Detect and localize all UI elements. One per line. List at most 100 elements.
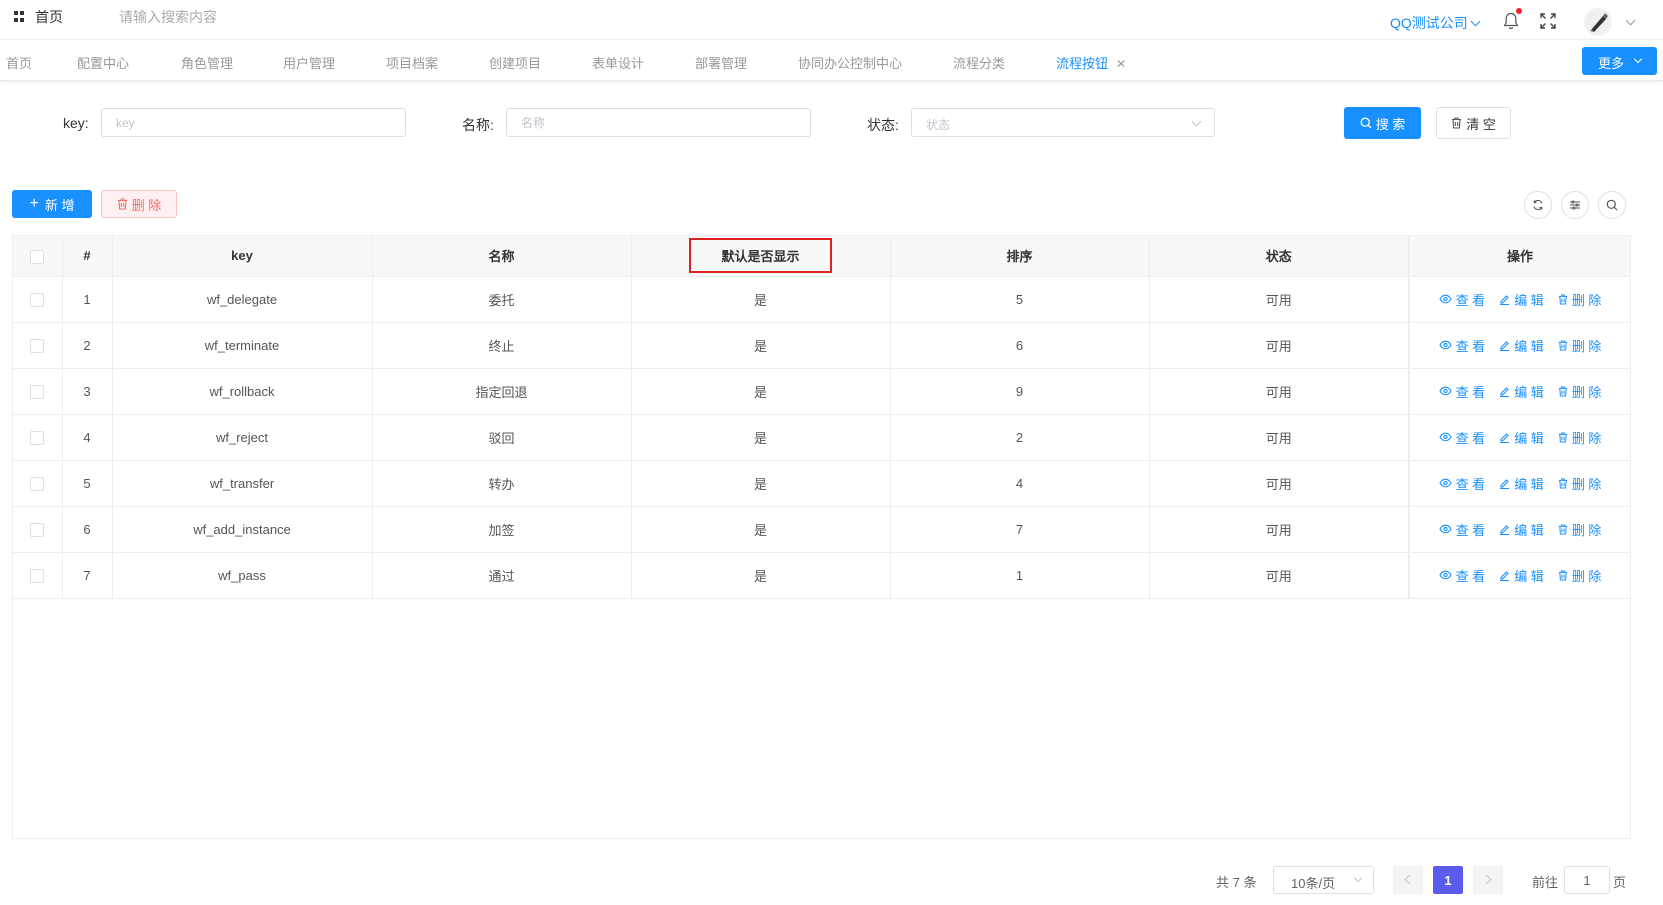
row-checkbox[interactable] [30,292,45,307]
chevron-down-icon[interactable] [1625,15,1636,26]
row-select-cell [13,276,63,323]
row-checkbox[interactable] [30,384,45,399]
company-switcher[interactable]: QQ测试公司 [1390,13,1481,33]
cell-default-show: 是 [631,322,891,369]
global-search-input[interactable] [119,6,379,28]
edit-label: 编 辑 [1514,476,1544,492]
current-page-button[interactable]: 1 [1433,866,1463,894]
edit-button[interactable]: 编 辑 [1499,428,1544,447]
tab-process-category[interactable]: 流程分类 [953,53,1005,72]
page-size-value: 10条/页 [1291,876,1336,891]
bell-icon[interactable] [1503,8,1522,30]
table-row: 4 wf_reject 驳回是 2 可用 查 看 编 辑 删 除 [13,414,1630,461]
col-header-sort: 排序 [890,236,1150,277]
more-tabs-button[interactable]: 更多 [1582,47,1657,75]
col-header-index: # [62,236,113,277]
cell-index: 6 [62,506,113,553]
delete-button[interactable]: 删 除 [1558,520,1601,539]
delete-label: 删 除 [1571,384,1602,400]
avatar[interactable] [1584,8,1612,36]
row-select-cell [13,460,63,507]
delete-button[interactable]: 删 除 [1558,474,1601,493]
pagination-total: 共 7 条 [1216,875,1257,890]
tab-home[interactable]: 首页 [6,53,32,72]
edit-button[interactable]: 编 辑 [1499,336,1544,355]
edit-button[interactable]: 编 辑 [1499,382,1544,401]
refresh-button[interactable] [1524,191,1552,219]
batch-delete-button[interactable]: 删 除 [101,190,177,218]
clear-button-label: 清 空 [1466,116,1496,132]
cell-status: 可用 [1149,460,1410,507]
delete-button[interactable]: 删 除 [1558,336,1602,355]
delete-button[interactable]: 删 除 [1558,566,1601,585]
tab-process-buttons[interactable]: 流程按钮 ✕ [1056,53,1126,72]
view-button[interactable]: 查 看 [1438,520,1486,539]
select-all-cell [13,236,63,277]
row-select-cell [13,552,63,599]
chevron-down-icon [1353,873,1363,883]
view-label: 查 看 [1455,522,1486,538]
tab-role-management[interactable]: 角色管理 [181,53,233,72]
edit-label: 编 辑 [1514,292,1544,308]
cell-name: 指定回退 [372,368,632,415]
prev-page-button[interactable] [1393,866,1423,894]
page-size-select[interactable]: 10条/页 [1273,866,1374,894]
plus-icon: + [29,195,39,212]
edit-button[interactable]: 编 辑 [1499,290,1544,309]
view-button[interactable]: 查 看 [1438,382,1485,401]
tab-office-control-center[interactable]: 协同办公控制中心 [798,53,902,72]
apps-grid-icon[interactable] [14,11,26,23]
add-button-label: 新 增 [44,197,75,213]
cell-actions: 查 看编 辑删 除 [1408,506,1630,553]
row-checkbox[interactable] [30,430,45,445]
top-home-label[interactable]: 首页 [35,7,63,27]
select-all-checkbox[interactable] [30,249,45,264]
view-button[interactable]: 查 看 [1438,428,1485,447]
view-button[interactable]: 查 看 [1438,474,1485,493]
col-header-default-show: 默认是否显示 [631,236,891,277]
tab-user-management[interactable]: 用户管理 [283,53,335,72]
cell-index: 3 [62,368,113,415]
key-input[interactable] [101,108,406,137]
name-input[interactable] [506,108,811,137]
cell-sort: 7 [890,506,1150,553]
columns-button[interactable] [1561,191,1589,219]
goto-page-input[interactable] [1564,866,1610,894]
tab-form-design[interactable]: 表单设计 [592,53,644,72]
toggle-search-button[interactable] [1598,191,1626,219]
cell-status: 可用 [1149,368,1410,415]
edit-button[interactable]: 编 辑 [1499,474,1544,493]
status-select[interactable]: 状态 [911,108,1215,137]
row-checkbox[interactable] [30,522,45,537]
fullscreen-icon[interactable] [1540,13,1556,29]
delete-button[interactable]: 删 除 [1558,290,1601,309]
tab-config-center[interactable]: 配置中心 [77,53,129,72]
cell-actions: 查 看编 辑 删 除 [1408,322,1630,369]
view-button[interactable]: 查 看 [1438,336,1485,355]
delete-button[interactable]: 删 除 [1558,428,1601,447]
view-button[interactable]: 查 看 [1438,290,1485,309]
next-page-button[interactable] [1473,866,1503,894]
search-button[interactable]: 搜 索 [1344,107,1421,139]
trash-icon [1558,569,1567,581]
clear-button[interactable]: 清 空 [1436,107,1511,139]
edit-button[interactable]: 编 辑 [1499,520,1544,539]
trash-icon [1452,117,1462,129]
cell-name: 委托 [372,276,632,323]
tab-project-archive[interactable]: 项目档案 [386,53,438,72]
tab-create-project[interactable]: 创建项目 [489,53,541,72]
tab-deploy-management[interactable]: 部署管理 [695,53,747,72]
cell-status: 可用 [1149,276,1410,323]
delete-label: 删 除 [1571,338,1602,354]
row-checkbox[interactable] [30,476,45,491]
edit-button[interactable]: 编 辑 [1499,566,1544,585]
cell-name: 加签 [372,506,632,553]
view-button[interactable]: 查 看 [1438,566,1486,585]
view-label: 查 看 [1455,568,1486,584]
add-button[interactable]: + 新 增 [12,190,92,218]
table-header-row: # key 名称 默认是否显示 排序 状态 操作 [13,236,1630,277]
delete-button[interactable]: 删 除 [1558,382,1602,401]
close-icon[interactable]: ✕ [1116,57,1126,71]
row-checkbox[interactable] [30,338,45,353]
row-checkbox[interactable] [30,568,45,583]
